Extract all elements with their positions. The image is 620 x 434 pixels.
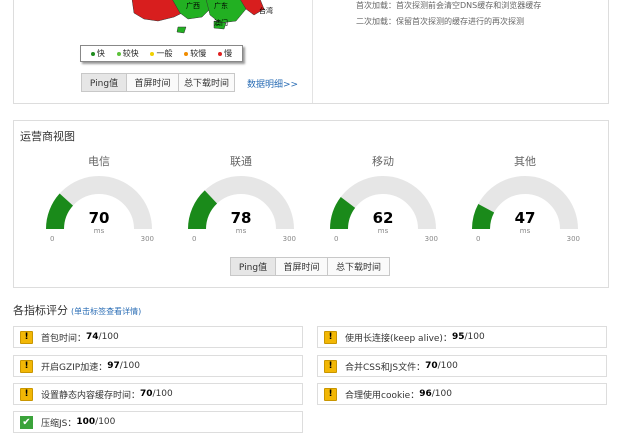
score-value: 95 [451, 332, 465, 342]
score-section-title: 各指标评分 (单击标签查看详情) [13, 302, 141, 318]
score-name: 合并CSS和JS文件： [345, 362, 426, 373]
gauge-min-label: 0 [334, 235, 339, 243]
carrier-metric-switch: Ping值 首屏时间 总下载时间 [230, 257, 390, 276]
gauge-1: 联通 78 ms 0 300 [186, 153, 296, 245]
gauge-unit: ms [93, 227, 105, 235]
gauge-max-label: 300 [140, 235, 154, 243]
score-max: /100 [431, 389, 452, 399]
gauge-unit: ms [519, 227, 531, 235]
carrier-first-screen-button[interactable]: 首屏时间 [276, 257, 328, 276]
score-title-text: 各指标评分 [13, 304, 68, 317]
legend-color-dot [116, 51, 121, 56]
gauge-min-label: 0 [50, 235, 55, 243]
legend-color-dot [150, 51, 155, 56]
gauge-2: 移动 62 ms 0 300 [328, 153, 438, 245]
score-item[interactable]: ! 设置静态内容缓存时间： 70/100 [13, 383, 303, 405]
first-load-description: 首次加载：首次探测前会清空DNS缓存和浏览器缓存 [356, 1, 542, 10]
warning-icon: ! [324, 359, 337, 373]
map-label-guangxi: 广西 [186, 1, 200, 10]
warning-icon: ! [20, 387, 33, 401]
legend-item: 较慢 [184, 48, 206, 59]
score-name: 压缩JS： [41, 418, 77, 429]
gauge-max-label: 300 [566, 235, 580, 243]
legend-label: 较快 [122, 49, 139, 58]
score-name: 合理使用cookie： [345, 390, 420, 401]
legend-label: 慢 [224, 49, 233, 58]
score-name: 开启GZIP加速： [41, 362, 108, 373]
gauge-min-label: 0 [476, 235, 481, 243]
legend-color-dot [90, 51, 95, 56]
score-max: /100 [437, 361, 458, 371]
warning-icon: ! [20, 359, 33, 373]
score-value: 96 [419, 389, 432, 399]
score-item[interactable]: ✔ 压缩JS： 100/100 [13, 411, 303, 433]
total-download-button[interactable]: 总下载时间 [179, 73, 235, 92]
score-item[interactable]: ! 使用长连接(keep alive)： 95/100 [317, 326, 607, 348]
china-map[interactable]: 广西 广东 台湾 澳门 [114, 0, 274, 39]
gauge-unit: ms [377, 227, 389, 235]
score-max: /100 [464, 332, 485, 342]
carrier-ping-button[interactable]: Ping值 [230, 257, 276, 276]
gauge-unit: ms [235, 227, 247, 235]
score-value: 70 [425, 361, 438, 371]
score-max: /100 [152, 389, 173, 399]
gauge-value: 78 [230, 209, 252, 227]
gauge-0: 电信 70 ms 0 300 [44, 153, 154, 245]
second-load-description: 二次加载：保留首次探测的缓存进行的再次探测 [356, 17, 524, 26]
map-panel: 广西 广东 台湾 澳门 快 较快 一般 较慢 慢 Ping值 首屏时间 总下载时间 数据… [13, 0, 609, 104]
legend-color-dot [218, 51, 223, 56]
first-screen-button[interactable]: 首屏时间 [127, 73, 179, 92]
score-max: /100 [98, 332, 119, 342]
data-detail-link[interactable]: 数据明细>> [247, 77, 298, 90]
warning-icon: ! [20, 330, 33, 344]
score-name: 使用长连接(keep alive)： [345, 333, 452, 344]
gauge-carrier-name: 其他 [514, 155, 536, 168]
legend-item: 较快 [116, 48, 139, 59]
gauge-max-label: 300 [282, 235, 296, 243]
legend-label: 较慢 [190, 49, 207, 58]
map-region-hainan[interactable] [176, 26, 187, 34]
gauge-value: 47 [514, 209, 536, 227]
gauge-value: 70 [88, 209, 110, 227]
score-item[interactable]: ! 首包时间： 74/100 [13, 326, 303, 348]
gauge-min-label: 0 [192, 235, 197, 243]
score-max: /100 [119, 361, 140, 371]
gauge-carrier-name: 移动 [372, 155, 394, 168]
score-value: 97 [107, 361, 120, 371]
score-item[interactable]: ! 合理使用cookie： 96/100 [317, 383, 607, 405]
check-icon: ✔ [20, 415, 33, 429]
map-legend: 快 较快 一般 较慢 慢 [80, 45, 243, 62]
ping-button[interactable]: Ping值 [81, 73, 127, 92]
score-detail-link[interactable]: (单击标签查看详情) [71, 307, 141, 316]
score-value: 74 [86, 332, 99, 342]
panel-divider [312, 0, 313, 103]
warning-icon: ! [324, 387, 337, 401]
score-name: 首包时间： [41, 333, 87, 344]
carrier-view-panel: 运营商视图 Ping值 首屏时间 总下载时间 电信 70 ms 0 300 联通 78 ms 0… [13, 120, 609, 288]
score-value: 100 [76, 417, 96, 427]
score-item[interactable]: ! 合并CSS和JS文件： 70/100 [317, 355, 607, 377]
gauge-max-label: 300 [424, 235, 438, 243]
legend-color-dot [184, 51, 189, 56]
legend-item: 慢 [218, 48, 232, 59]
map-label-guangdong: 广东 [214, 1, 228, 10]
score-name: 设置静态内容缓存时间： [41, 390, 141, 401]
gauge-carrier-name: 电信 [88, 155, 110, 168]
score-value: 70 [140, 389, 153, 399]
carrier-view-title: 运营商视图 [20, 130, 75, 143]
carrier-total-download-button[interactable]: 总下载时间 [328, 257, 390, 276]
warning-icon: ! [324, 330, 337, 344]
score-max: /100 [95, 417, 116, 427]
legend-item: 快 [90, 48, 105, 59]
gauge-value: 62 [372, 209, 394, 227]
map-label-taiwan: 台湾 [259, 6, 273, 15]
legend-label: 快 [96, 49, 105, 58]
legend-item: 一般 [150, 48, 172, 59]
gauge-3: 其他 47 ms 0 300 [470, 153, 580, 245]
gauge-carrier-name: 联通 [230, 155, 252, 168]
map-metric-switch: Ping值 首屏时间 总下载时间 [81, 73, 235, 92]
map-label-macau: 澳门 [214, 18, 228, 27]
score-item[interactable]: ! 开启GZIP加速： 97/100 [13, 355, 303, 377]
legend-label: 一般 [156, 49, 173, 58]
